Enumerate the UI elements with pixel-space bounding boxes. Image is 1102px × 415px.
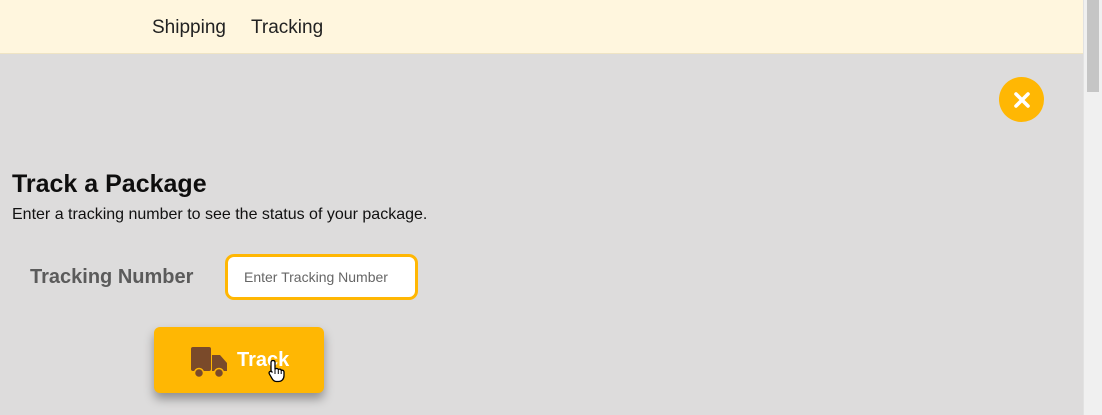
tracking-number-input[interactable]: [225, 254, 418, 300]
track-button[interactable]: Track: [154, 327, 324, 393]
top-nav: Shipping Tracking: [0, 0, 1083, 54]
close-icon: [1013, 91, 1030, 108]
close-button[interactable]: [999, 77, 1044, 122]
tracking-number-label: Tracking Number: [30, 266, 194, 288]
nav-link-tracking[interactable]: Tracking: [251, 16, 323, 40]
scrollbar-thumb[interactable]: [1087, 0, 1099, 92]
truck-icon: [191, 347, 227, 379]
modal-title: Track a Package: [12, 170, 207, 198]
modal-subtitle: Enter a tracking number to see the statu…: [12, 206, 428, 223]
track-button-label: Track: [237, 349, 290, 371]
tracking-page: Shipping Tracking Track a Package Enter …: [0, 0, 1102, 415]
vertical-scrollbar[interactable]: [1083, 0, 1102, 415]
nav-link-shipping[interactable]: Shipping: [152, 16, 226, 40]
